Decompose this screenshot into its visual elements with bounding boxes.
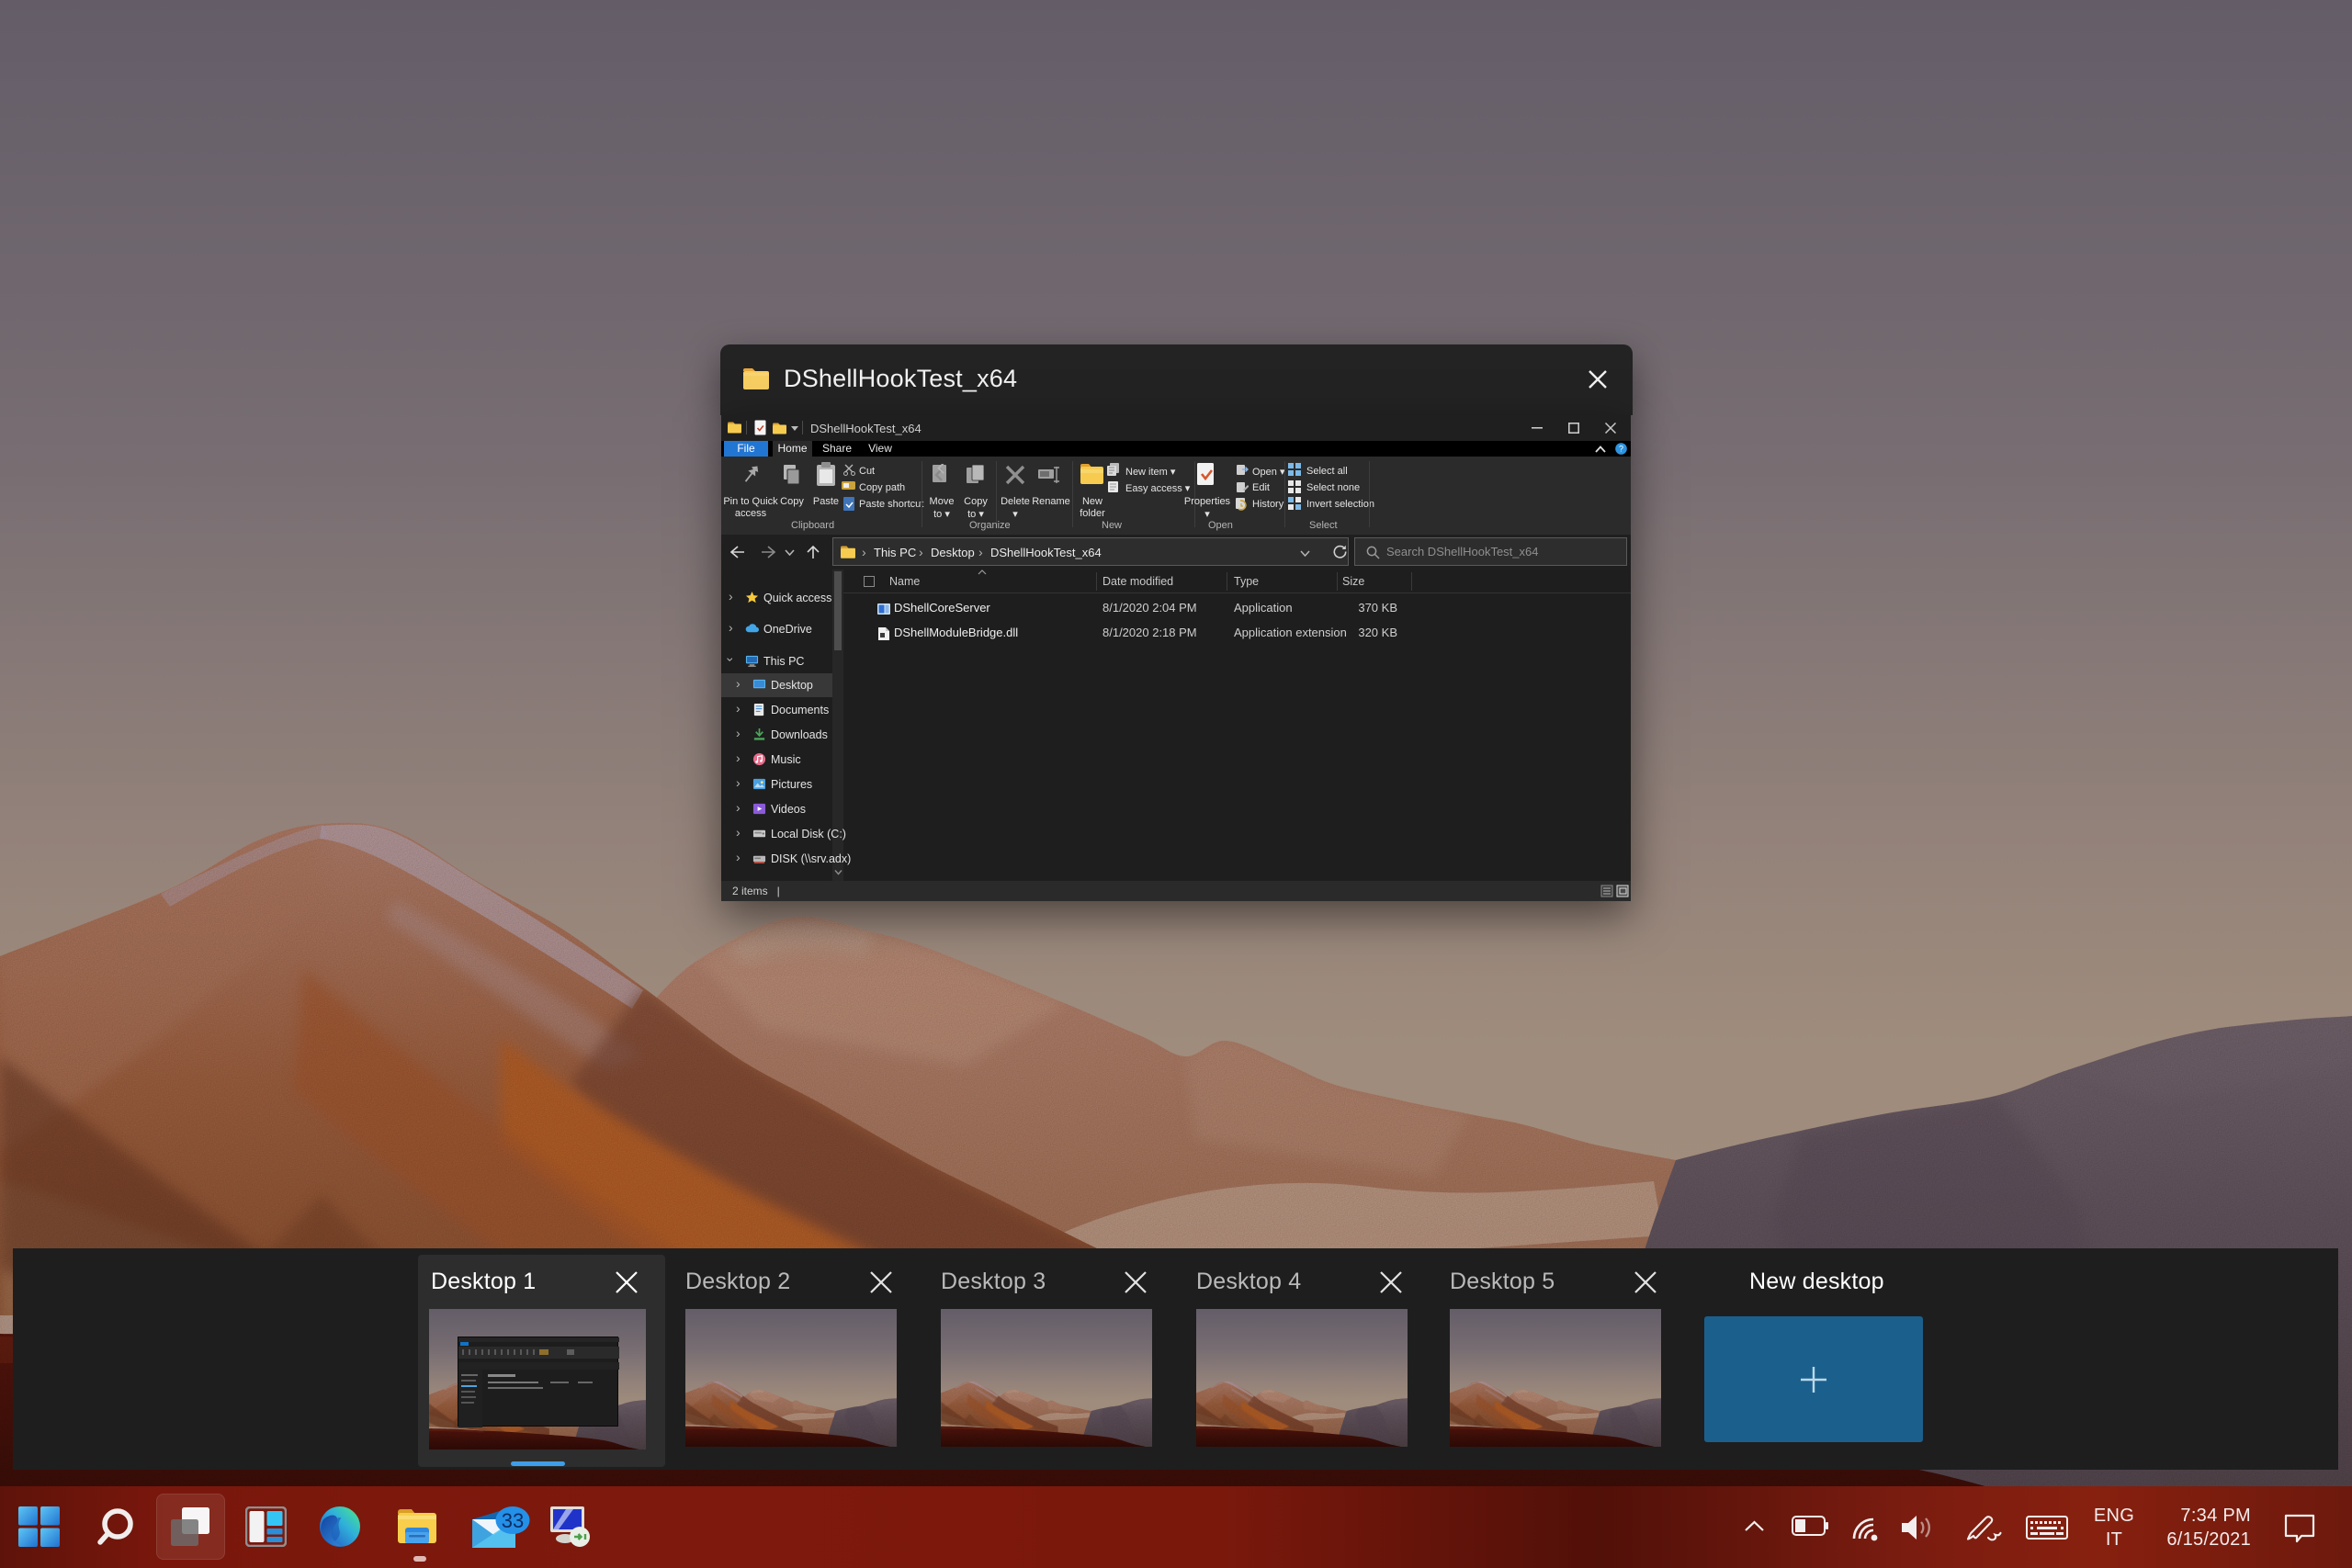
- svg-text:33: 33: [502, 1509, 524, 1532]
- svg-text:?: ?: [1619, 445, 1623, 454]
